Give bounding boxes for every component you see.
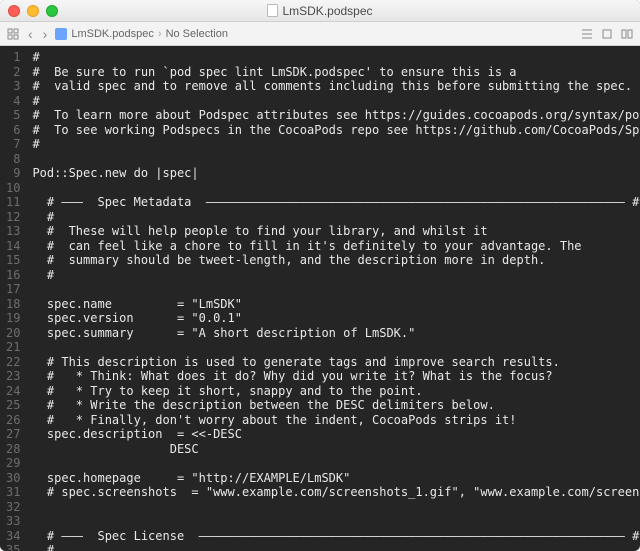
line-number: 8	[6, 152, 20, 167]
line-number: 7	[6, 137, 20, 152]
line-number: 10	[6, 181, 20, 196]
line-number: 34	[6, 529, 20, 544]
code-line[interactable]: # * Think: What does it do? Why did you …	[32, 369, 640, 384]
line-number: 9	[6, 166, 20, 181]
code-line[interactable]	[32, 456, 640, 471]
path-bar: ‹ › LmSDK.podspec › No Selection	[0, 22, 640, 46]
line-number: 30	[6, 471, 20, 486]
line-number: 27	[6, 427, 20, 442]
line-number: 15	[6, 253, 20, 268]
line-number: 2	[6, 65, 20, 80]
editor-window: LmSDK.podspec ‹ › LmSDK.podspec › No Sel…	[0, 0, 640, 551]
code-line[interactable]	[32, 282, 640, 297]
line-number: 31	[6, 485, 20, 500]
toolbar-right	[580, 27, 634, 41]
breadcrumb-selection[interactable]: No Selection	[166, 28, 228, 40]
code-line[interactable]: # spec.screenshots = "www.example.com/sc…	[32, 485, 640, 500]
zoom-button[interactable]	[46, 5, 58, 17]
line-number: 22	[6, 355, 20, 370]
line-number: 17	[6, 282, 20, 297]
line-number: 21	[6, 340, 20, 355]
code-line[interactable]: # ――― Spec License ―――――――――――――――――――――…	[32, 529, 640, 544]
code-line[interactable]: spec.summary = "A short description of L…	[32, 326, 640, 341]
code-area[interactable]: ## Be sure to run `pod spec lint LmSDK.p…	[28, 46, 640, 551]
line-number: 12	[6, 210, 20, 225]
line-number: 23	[6, 369, 20, 384]
line-number: 13	[6, 224, 20, 239]
code-line[interactable]: # * Write the description between the DE…	[32, 398, 640, 413]
code-line[interactable]: # ――― Spec Metadata ――――――――――――――――――――…	[32, 195, 640, 210]
code-line[interactable]: # * Finally, don't worry about the inden…	[32, 413, 640, 428]
line-number: 5	[6, 108, 20, 123]
code-line[interactable]: # These will help people to find your li…	[32, 224, 640, 239]
code-line[interactable]	[32, 514, 640, 529]
minimize-button[interactable]	[27, 5, 39, 17]
title-label: LmSDK.podspec	[282, 4, 372, 18]
window-title: LmSDK.podspec	[0, 4, 640, 18]
code-line[interactable]: # summary should be tweet-length, and th…	[32, 253, 640, 268]
line-number: 3	[6, 79, 20, 94]
related-items-icon[interactable]	[6, 27, 20, 41]
title-bar: LmSDK.podspec	[0, 0, 640, 22]
line-number: 18	[6, 297, 20, 312]
outline-icon[interactable]	[580, 27, 594, 41]
code-line[interactable]: # Be sure to run `pod spec lint LmSDK.po…	[32, 65, 640, 80]
code-line[interactable]: #	[32, 137, 640, 152]
line-number: 11	[6, 195, 20, 210]
code-line[interactable]: #	[32, 50, 640, 65]
line-number: 6	[6, 123, 20, 138]
breadcrumb-file[interactable]: LmSDK.podspec	[71, 28, 154, 40]
code-line[interactable]: # To see working Podspecs in the CocoaPo…	[32, 123, 640, 138]
breadcrumb-separator: ›	[158, 28, 162, 40]
code-line[interactable]: spec.homepage = "http://EXAMPLE/LmSDK"	[32, 471, 640, 486]
nav-back-button[interactable]: ‹	[26, 26, 35, 42]
code-line[interactable]: # * Try to keep it short, snappy and to …	[32, 384, 640, 399]
code-line[interactable]	[32, 340, 640, 355]
line-number: 4	[6, 94, 20, 109]
document-icon	[267, 4, 278, 17]
line-number: 19	[6, 311, 20, 326]
traffic-lights	[8, 5, 58, 17]
code-line[interactable]: Pod::Spec.new do |spec|	[32, 166, 640, 181]
line-number: 1	[6, 50, 20, 65]
code-line[interactable]: # This description is used to generate t…	[32, 355, 640, 370]
file-icon	[55, 28, 67, 40]
code-line[interactable]	[32, 181, 640, 196]
line-number: 26	[6, 413, 20, 428]
code-line[interactable]: # To learn more about Podspec attributes…	[32, 108, 640, 123]
line-number: 25	[6, 398, 20, 413]
code-line[interactable]: #	[32, 268, 640, 283]
line-number: 33	[6, 514, 20, 529]
code-line[interactable]	[32, 152, 640, 167]
code-editor[interactable]: 1234567891011121314151617181920212223242…	[0, 46, 640, 551]
line-number: 29	[6, 456, 20, 471]
line-number: 14	[6, 239, 20, 254]
line-number: 32	[6, 500, 20, 515]
adjust-icon[interactable]	[600, 27, 614, 41]
code-line[interactable]: #	[32, 543, 640, 551]
code-line[interactable]: #	[32, 210, 640, 225]
line-number: 35	[6, 543, 20, 551]
line-number: 28	[6, 442, 20, 457]
breadcrumb: LmSDK.podspec › No Selection	[55, 28, 574, 40]
code-line[interactable]: spec.name = "LmSDK"	[32, 297, 640, 312]
line-number: 16	[6, 268, 20, 283]
close-button[interactable]	[8, 5, 20, 17]
code-line[interactable]: spec.version = "0.0.1"	[32, 311, 640, 326]
line-number: 24	[6, 384, 20, 399]
code-line[interactable]: # valid spec and to remove all comments …	[32, 79, 640, 94]
code-line[interactable]: spec.description = <<-DESC	[32, 427, 640, 442]
code-line[interactable]	[32, 500, 640, 515]
split-icon[interactable]	[620, 27, 634, 41]
line-number: 20	[6, 326, 20, 341]
nav-forward-button[interactable]: ›	[41, 26, 50, 42]
code-line[interactable]: #	[32, 94, 640, 109]
line-gutter: 1234567891011121314151617181920212223242…	[0, 46, 28, 551]
code-line[interactable]: # can feel like a chore to fill in it's …	[32, 239, 640, 254]
code-line[interactable]: DESC	[32, 442, 640, 457]
